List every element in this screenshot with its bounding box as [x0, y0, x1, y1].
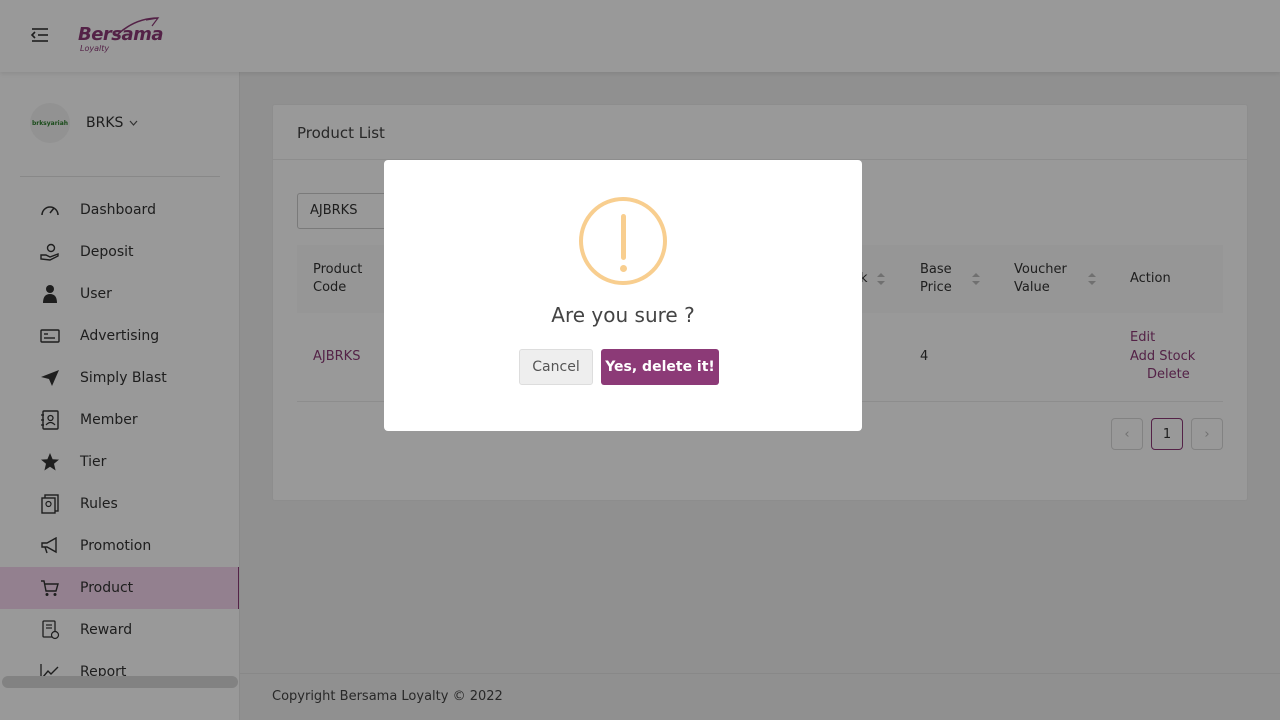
confirm-delete-dialog: Are you sure ? Cancel Yes, delete it!: [384, 160, 862, 431]
warning-exclamation-icon: [579, 197, 667, 285]
confirm-delete-button[interactable]: Yes, delete it!: [601, 349, 719, 385]
cancel-button[interactable]: Cancel: [519, 349, 593, 385]
dialog-title: Are you sure ?: [551, 303, 695, 327]
